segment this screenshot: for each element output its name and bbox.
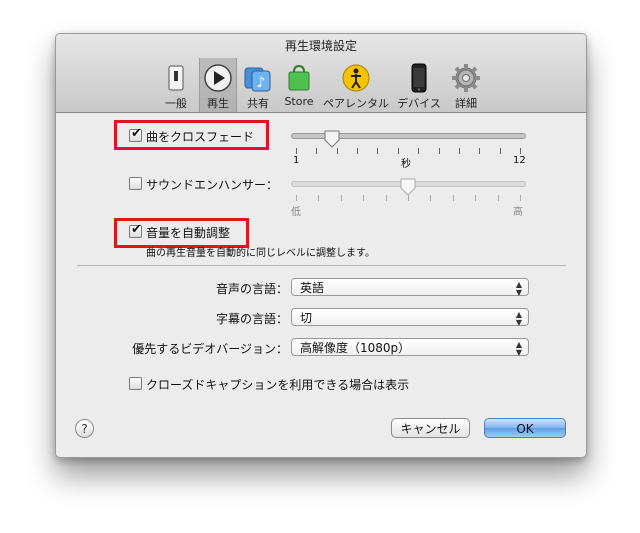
crossfade-min-label: 1 [293,155,300,166]
crossfade-label: 曲をクロスフェード [146,130,255,144]
shared-music-icon: ♪ [244,67,271,92]
crossfade-slider-thumb[interactable] [323,130,341,148]
tab-playback[interactable]: 再生 [199,58,237,112]
shopping-bag-icon [288,64,310,91]
updown-arrows-icon: ▲ ▼ [515,310,522,327]
crossfade-max-label: 12 [513,155,526,166]
sound-enhancer-slider-thumb[interactable] [399,178,417,196]
slider-tick [418,148,419,154]
parental-icon [342,64,370,92]
slider-tick [318,195,319,201]
tab-general-label: 一般 [165,97,187,110]
sound-enhancer-label: サウンドエンハンサー： [146,178,279,192]
sound-check-label: 音量を自動調整 [146,226,231,240]
gear-icon [452,64,480,92]
section-divider [77,265,566,266]
tab-playback-label: 再生 [207,97,229,110]
preferred-video-label: 優先するビデオバージョン： [132,342,288,356]
slider-tick [408,195,409,201]
tab-parental[interactable]: ペアレンタル [320,58,392,112]
crossfade-unit-label: 秒 [401,159,411,170]
slider-tick [341,195,342,201]
slider-tick [386,195,387,201]
closed-caption-label: クローズドキャプションを利用できる場合は表示 [146,378,410,392]
tab-store[interactable]: Store [282,58,316,112]
subtitle-language-value: 切 [300,311,313,325]
preferences-window: 再生環境設定 一般 再生 ♪ 共有 Store ペアレンタル デバイス 詳細 ✔… [55,33,587,458]
cancel-button[interactable]: キャンセル [391,418,470,438]
subtitle-language-select[interactable]: 切 ▲ ▼ [291,308,529,327]
sound-check-description: 曲の再生音量を自動的に同じレベルに調整します。 [146,248,375,259]
slider-tick [357,148,358,154]
play-icon [204,64,232,92]
closed-caption-checkbox[interactable] [129,377,142,390]
tab-sharing-label: 共有 [247,97,269,110]
slider-tick [398,148,399,154]
tab-sharing[interactable]: ♪ 共有 [241,58,275,112]
slider-tick [377,148,378,154]
iphone-device-icon [411,63,427,93]
sound-enhancer-ticks [296,195,521,202]
tab-store-label: Store [284,95,314,108]
tab-general[interactable]: 一般 [161,58,191,112]
sound-enhancer-checkbox[interactable] [129,177,142,190]
help-button[interactable]: ? [75,419,94,438]
updown-arrows-icon: ▲ ▼ [515,340,522,357]
preferred-video-select[interactable]: 高解像度（1080p） ▲ ▼ [291,338,529,357]
general-switch-icon [168,65,184,91]
tab-devices[interactable]: デバイス [394,58,444,112]
crossfade-ticks [296,148,521,155]
slider-tick [475,195,476,201]
tab-advanced[interactable]: 詳細 [448,58,484,112]
preferred-video-value: 高解像度（1080p） [300,341,411,355]
checkmark-icon: ✔ [131,126,142,141]
slider-tick [500,148,501,154]
window-title: 再生環境設定 [284,39,357,53]
checkmark-icon: ✔ [131,222,142,237]
titlebar: 再生環境設定 一般 再生 ♪ 共有 Store ペアレンタル デバイス 詳細 [56,34,586,113]
sound-enhancer-max-label: 高 [513,207,523,218]
svg-text:♪: ♪ [257,75,266,91]
slider-tick [520,148,521,154]
slider-tick [337,148,338,154]
slider-tick [498,195,499,201]
audio-language-value: 英語 [300,281,325,295]
tab-parental-label: ペアレンタル [323,97,389,110]
ok-button[interactable]: OK [484,418,566,438]
tab-advanced-label: 詳細 [455,97,477,110]
slider-tick [459,148,460,154]
updown-arrows-icon: ▲ ▼ [515,280,522,297]
slider-tick [479,148,480,154]
slider-tick [453,195,454,201]
sound-enhancer-min-label: 低 [291,207,301,218]
slider-tick [296,195,297,201]
sound-check-checkbox[interactable]: ✔ [129,222,142,238]
subtitle-language-label: 字幕の言語： [215,312,288,326]
slider-tick [316,148,317,154]
audio-language-select[interactable]: 英語 ▲ ▼ [291,278,529,297]
slider-tick [520,195,521,201]
crossfade-checkbox[interactable]: ✔ [129,126,142,142]
tab-devices-label: デバイス [397,97,441,110]
audio-language-label: 音声の言語： [215,282,288,296]
slider-tick [430,195,431,201]
slider-tick [363,195,364,201]
slider-tick [296,148,297,154]
slider-tick [439,148,440,154]
